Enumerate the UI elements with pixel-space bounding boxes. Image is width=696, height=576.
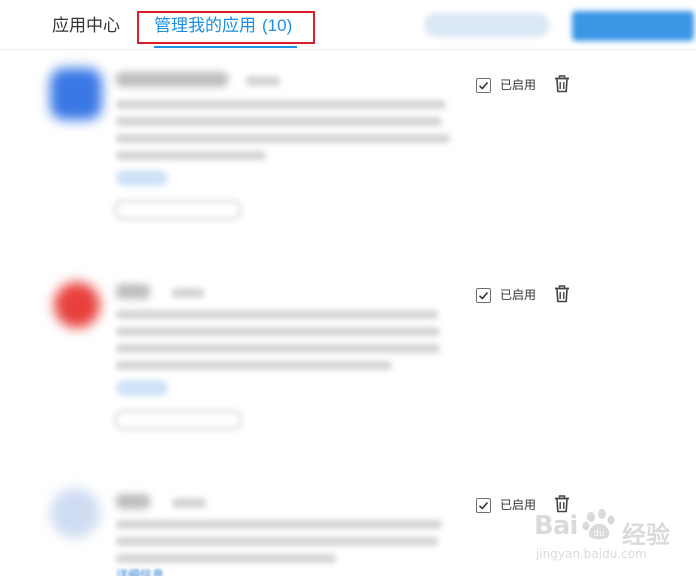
svg-text:du: du [593,529,604,539]
enable-toggle[interactable]: 已启用 [476,497,536,513]
enable-toggle[interactable]: 已启用 [476,287,536,303]
watermark-brand: Bai [534,511,578,541]
app-description [116,134,450,143]
app-detail-link[interactable]: 详细信息 [116,566,164,576]
app-icon [50,68,102,120]
active-tab-underline [154,46,297,48]
paw-icon: du [582,509,615,540]
enable-toggle[interactable]: 已启用 [476,77,536,93]
trash-icon[interactable] [554,285,570,303]
app-manager-page: 应用中心 管理我的应用 (10) 已启用 已启用 详细信息 已启用 Bai du… [0,0,696,576]
watermark-brand-suffix: 经验 [622,521,670,549]
enabled-label: 已启用 [500,78,537,92]
app-title [116,284,150,299]
app-version [246,76,280,86]
app-detail-pill[interactable] [114,410,242,430]
search-input[interactable] [424,13,550,37]
watermark-url: jingyan.baidu.com [536,547,647,561]
app-description [116,310,438,319]
check-icon [478,291,489,300]
enabled-label: 已启用 [500,498,537,512]
app-description [116,537,438,546]
app-icon [54,282,100,328]
app-icon [50,488,100,538]
baidu-jingyan-watermark: Bai du 经验 jingyan.baidu.com [534,497,694,573]
app-tag [116,170,168,186]
app-detail-pill[interactable] [114,200,242,220]
app-tag [116,380,168,396]
check-icon [478,81,489,90]
app-title [116,494,150,509]
app-description [116,327,440,336]
enabled-checkbox[interactable] [476,497,491,513]
annotation-highlight-box [137,11,315,44]
app-description [116,361,392,370]
enabled-checkbox[interactable] [476,287,491,303]
tab-app-center[interactable]: 应用中心 [52,14,120,38]
app-card: 已启用 [0,274,696,474]
enabled-label: 已启用 [500,288,537,302]
enabled-checkbox[interactable] [476,77,491,93]
app-description [116,554,336,563]
app-description [116,100,446,109]
app-description [116,344,440,353]
app-title [116,72,228,87]
app-description [116,151,266,160]
app-version [172,288,204,298]
check-icon [478,501,489,510]
trash-icon[interactable] [554,75,570,93]
app-version [172,498,206,508]
primary-action-button[interactable] [572,11,694,41]
app-description [116,520,442,529]
app-description [116,117,442,126]
header-bar: 应用中心 管理我的应用 (10) [0,0,696,50]
app-card: 已启用 [0,64,696,264]
